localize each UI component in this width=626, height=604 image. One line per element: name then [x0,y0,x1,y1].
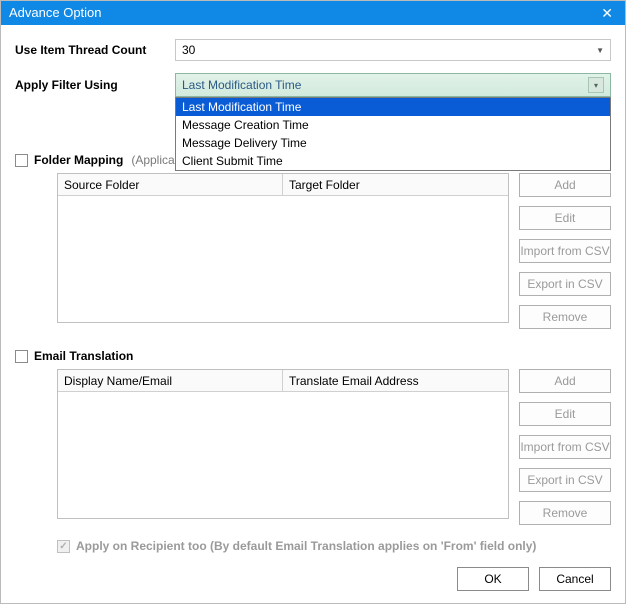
filter-option[interactable]: Message Creation Time [176,116,610,134]
email-translation-header: Email Translation [15,349,611,363]
apply-recipient-row: ✓ Apply on Recipient too (By default Ema… [57,539,611,553]
footer: OK Cancel [457,567,611,591]
window-title: Advance Option [9,1,102,25]
apply-recipient-label: Apply on Recipient too (By default Email… [76,539,536,553]
filter-row: Apply Filter Using Last Modification Tim… [15,73,611,97]
edit-button[interactable]: Edit [519,402,611,426]
export-csv-button[interactable]: Export in CSV [519,468,611,492]
grid-header: Source Folder Target Folder [58,174,508,196]
chevron-down-icon: ▼ [596,46,604,55]
import-csv-button[interactable]: Import from CSV [519,435,611,459]
folder-mapping-checkbox[interactable] [15,154,28,167]
ok-button[interactable]: OK [457,567,529,591]
filter-select[interactable]: Last Modification Time ▾ Last Modificati… [175,73,611,97]
grid-col-source: Source Folder [58,174,283,195]
grid-col-translate: Translate Email Address [283,370,508,391]
grid-col-target: Target Folder [283,174,508,195]
filter-option[interactable]: Last Modification Time [176,98,610,116]
email-translation-body: Display Name/Email Translate Email Addre… [57,369,611,525]
email-translation-checkbox[interactable] [15,350,28,363]
filter-select-box[interactable]: Last Modification Time ▾ [175,73,611,97]
remove-button[interactable]: Remove [519,305,611,329]
thread-count-row: Use Item Thread Count 30 ▼ [15,39,611,61]
email-translation-buttons: Add Edit Import from CSV Export in CSV R… [519,369,611,525]
grid-header: Display Name/Email Translate Email Addre… [58,370,508,392]
thread-count-label: Use Item Thread Count [15,43,175,57]
filter-option[interactable]: Message Delivery Time [176,134,610,152]
email-translation-title: Email Translation [34,349,133,363]
titlebar: Advance Option ✕ [1,1,625,25]
thread-count-value: 30 [182,43,195,57]
chevron-down-icon[interactable]: ▾ [588,77,604,93]
thread-count-select[interactable]: 30 ▼ [175,39,611,61]
folder-mapping-body: Source Folder Target Folder Add Edit Imp… [57,173,611,329]
folder-mapping-grid[interactable]: Source Folder Target Folder [57,173,509,323]
folder-mapping-title: Folder Mapping [34,153,123,167]
import-csv-button[interactable]: Import from CSV [519,239,611,263]
export-csv-button[interactable]: Export in CSV [519,272,611,296]
close-icon[interactable]: ✕ [597,1,617,25]
content-area: Use Item Thread Count 30 ▼ Apply Filter … [1,25,625,563]
grid-col-display: Display Name/Email [58,370,283,391]
filter-selected-value: Last Modification Time [182,78,301,92]
edit-button[interactable]: Edit [519,206,611,230]
remove-button[interactable]: Remove [519,501,611,525]
email-translation-grid[interactable]: Display Name/Email Translate Email Addre… [57,369,509,519]
filter-option[interactable]: Client Submit Time [176,152,610,170]
cancel-button[interactable]: Cancel [539,567,611,591]
folder-mapping-buttons: Add Edit Import from CSV Export in CSV R… [519,173,611,329]
add-button[interactable]: Add [519,369,611,393]
filter-dropdown: Last Modification Time Message Creation … [175,97,611,171]
add-button[interactable]: Add [519,173,611,197]
filter-label: Apply Filter Using [15,78,175,92]
apply-recipient-checkbox[interactable]: ✓ [57,540,70,553]
